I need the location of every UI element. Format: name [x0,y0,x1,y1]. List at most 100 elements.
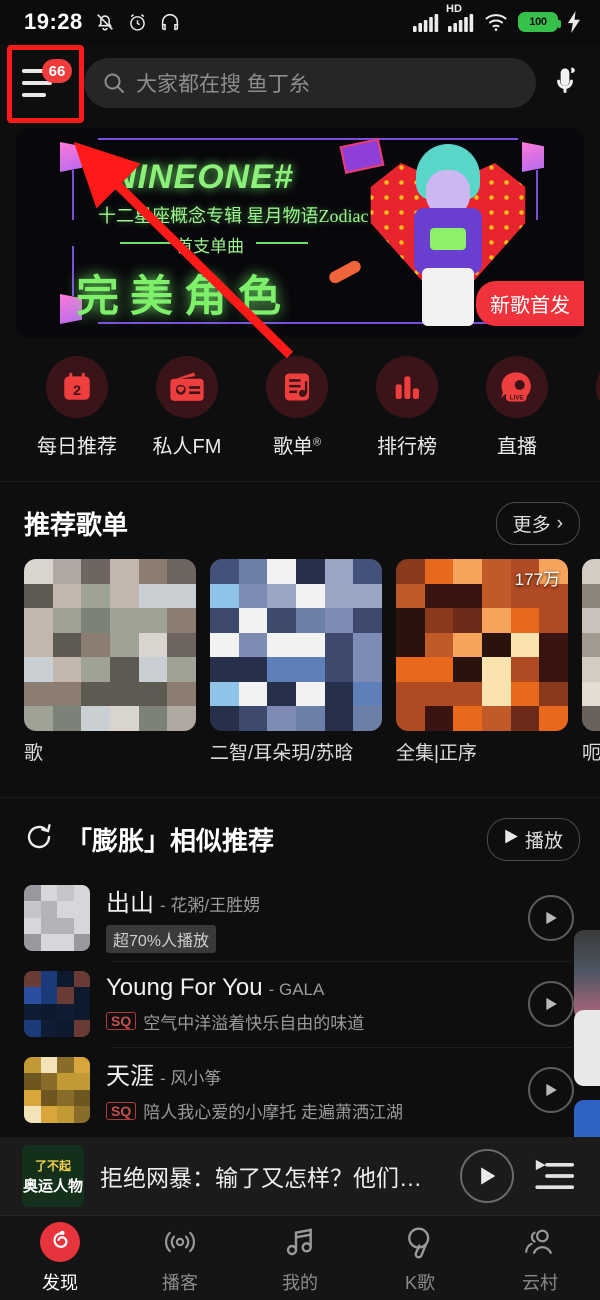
song-play-button[interactable] [528,1066,574,1113]
battery-icon: 100 [518,12,561,32]
quick-entry-row[interactable]: 2 每日推荐 私人FM 歌单® 排行榜 LIVE 直播 [0,338,600,469]
search-icon [102,71,126,95]
tab-cloud-village[interactable]: 云村 [480,1222,600,1295]
song-info: 出山 - 花粥/王胜娚 超70%人播放 [106,883,512,953]
playlist-card[interactable]: 呃，的！ [582,559,600,767]
voice-search-icon[interactable] [548,66,582,100]
playlist-card-row[interactable]: 歌 二智/耳朵玥/苏晗 177万 全集|正序 呃，的！ [0,559,600,767]
song-title: 天涯 [106,1063,154,1091]
playlist-card[interactable]: 177万 全集|正序 [396,559,568,767]
quick-entry-private-fm[interactable]: 私人FM [132,356,242,459]
banner-headline: 完美角色 [76,273,292,321]
quick-entry-label: 歌单® [272,436,322,458]
song-tag: 超70%人播放 [106,924,217,953]
battery-level: 100 [529,16,547,28]
cover-mosaic [24,559,196,731]
playlist-cover[interactable] [582,559,600,731]
play-all-button[interactable]: 播放 [486,817,580,861]
peek-card-mid[interactable] [574,1010,600,1086]
wifi-icon [483,12,509,32]
mini-player-title[interactable]: 拒绝网暴：输了又怎样？他们依然... [100,1159,444,1193]
song-info: Young For You - GALA SQ 空气中洋溢着快乐自由的味道 [106,974,512,1034]
song-artist: - 风小筝 [160,1069,222,1089]
playlist-card[interactable]: 二智/耳朵玥/苏晗 [210,559,382,767]
signal-icon [413,12,439,32]
microphone-search-icon [400,1222,440,1262]
more-playlists-button[interactable]: 更多 › [495,502,580,545]
tab-karaoke[interactable]: K歌 [360,1222,480,1295]
playlist-title: 歌 [24,743,44,764]
song-play-button[interactable] [528,894,574,941]
artwork-line-1: 了不起 [34,1158,71,1173]
song-tag: 空气中洋溢着快乐自由的味道 [143,1013,365,1033]
netease-logo-icon [40,1221,80,1262]
podcast-icon [160,1222,200,1262]
app-root: 19:28 HD 100 66 大家都在搜 鱼丁糸 NINEONE# 十二星座概… [0,0,600,1300]
banner-badge: 新歌首发 [476,281,584,326]
refresh-icon[interactable] [24,822,54,857]
registered-mark: ® [312,436,322,449]
tab-discover[interactable]: 发现 [0,1221,120,1295]
banner-carousel[interactable]: NINEONE# 十二星座概念专辑 星月物语Zodiac 首支单曲 完美角色 新… [0,122,600,338]
song-title: Young For You [106,973,263,1001]
song-cover [24,1056,90,1123]
status-time: 19:28 [24,9,83,34]
song-list: 出山 - 花粥/王胜娚 超70%人播放 Young For You - GALA S… [0,875,600,1133]
chevron-right-icon: › [556,512,563,534]
status-bar: 19:28 HD 100 [0,0,600,44]
tab-label: 我的 [282,1272,318,1293]
bar-chart-icon [376,356,438,418]
radio-icon [156,356,218,418]
music-note-icon [280,1222,320,1262]
banner-title: NINEONE# [112,158,294,196]
mini-player[interactable]: 了不起 奥运人物 拒绝网暴：输了又怎样？他们依然... [0,1137,600,1215]
song-tag: 陪人我心爱的小摩托 走遍萧洒江湖 [143,1103,403,1123]
community-people-icon [520,1222,560,1262]
song-cover [24,970,90,1037]
playlist-queue-icon[interactable] [530,1159,578,1193]
song-row[interactable]: Young For You - GALA SQ 空气中洋溢着快乐自由的味道 [24,960,600,1047]
search-input[interactable]: 大家都在搜 鱼丁糸 [84,58,536,108]
playlist-card[interactable]: 歌 [24,559,196,767]
quick-entry-ranking[interactable]: 排行榜 [352,356,462,459]
live-icon: LIVE [486,356,548,418]
play-count: 177万 [514,570,560,589]
status-bar-left: 19:28 [24,9,181,35]
tab-mine[interactable]: 我的 [240,1222,360,1295]
cover-mosaic [210,559,382,731]
tab-label: K歌 [404,1272,435,1293]
recommended-playlist-header: 推荐歌单 更多 › [0,482,600,559]
hd-signal-icon: HD [446,3,474,32]
calendar-icon: 2 [46,356,108,418]
playlist-cover[interactable]: 177万 [396,559,568,731]
song-row[interactable]: 出山 - 花粥/王胜娚 超70%人播放 [24,875,600,961]
song-row[interactable]: 天涯 - 风小筝 SQ 陪人我心爱的小摩托 走遍萧洒江湖 [24,1046,600,1133]
quick-entry-daily-recommend[interactable]: 2 每日推荐 [22,356,132,459]
artwork-line-2: 奥运人物 [22,1177,83,1195]
mini-player-play-button[interactable] [460,1149,514,1203]
page-title: 推荐歌单 [24,510,129,540]
quick-entry-digital-album[interactable]: 数字 [572,356,600,459]
cover-mosaic [582,559,600,731]
svg-text:LIVE: LIVE [510,395,524,402]
svg-text:2: 2 [73,383,81,399]
playlist-cover[interactable] [210,559,382,731]
song-title: 出山 [106,889,154,917]
quick-entry-label: 私人FM [152,436,222,458]
quick-entry-live[interactable]: LIVE 直播 [462,356,572,459]
quick-entry-playlist[interactable]: 歌单® [242,356,352,459]
peek-card-top[interactable] [574,930,600,1020]
more-label: 更多 [512,515,551,536]
hamburger-menu-button[interactable]: 66 [16,55,72,111]
mini-player-artwork[interactable]: 了不起 奥运人物 [22,1145,84,1207]
song-play-button[interactable] [528,980,574,1027]
playlist-cover[interactable] [24,559,196,731]
top-search-bar: 66 大家都在搜 鱼丁糸 [0,44,600,122]
similar-title-group: 「膨胀」相似推荐 [24,821,274,858]
tab-label: 发现 [42,1272,78,1293]
banner-slide[interactable]: NINEONE# 十二星座概念专辑 星月物语Zodiac 首支单曲 完美角色 新… [16,128,584,338]
tab-podcast[interactable]: 播客 [120,1222,240,1295]
bottom-tab-bar[interactable]: 发现 播客 我的 K歌 云村 [0,1215,600,1300]
play-label: 播放 [524,830,563,852]
banner-subtitle: 十二星座概念专辑 星月物语Zodiac [98,206,369,226]
